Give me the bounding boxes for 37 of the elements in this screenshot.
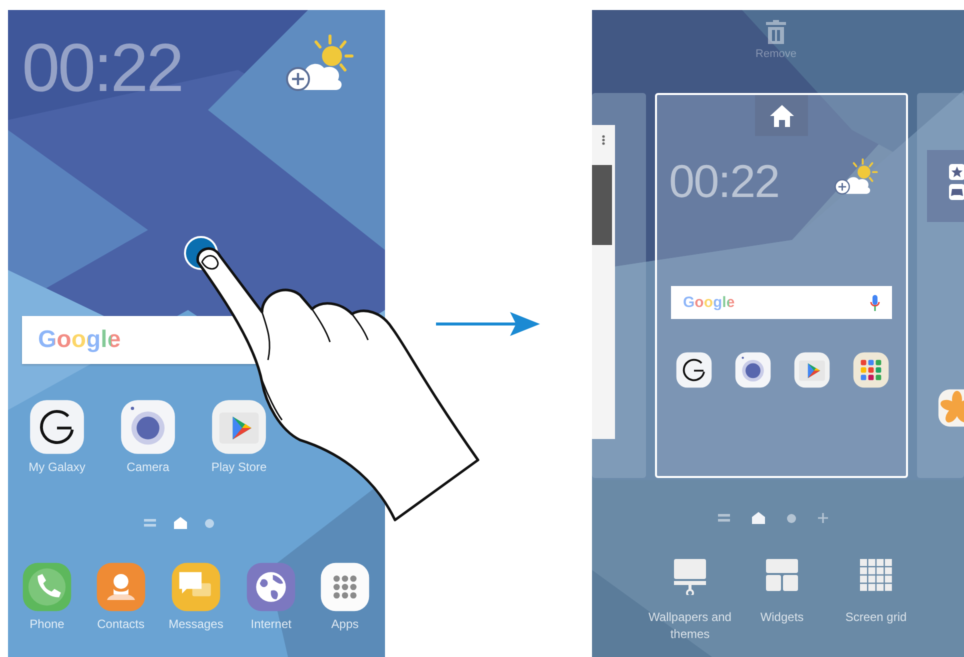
- option-button[interactable]: Wallpapers and themes: [644, 557, 736, 643]
- page-dot[interactable]: [204, 518, 214, 528]
- app-shortcut[interactable]: Messages: [168, 561, 224, 631]
- menu-icon[interactable]: [718, 514, 730, 522]
- home-page-card[interactable]: 00:22 Google: [655, 93, 908, 478]
- app-shortcut[interactable]: Phone: [21, 561, 73, 631]
- option-button[interactable]: Widgets: [736, 557, 828, 643]
- more-icon: [602, 135, 605, 145]
- home-icon[interactable]: [752, 512, 765, 524]
- app-shortcut[interactable]: My Galaxy: [28, 398, 86, 474]
- trash-icon[interactable]: [766, 20, 786, 44]
- ring-icon: [28, 398, 86, 456]
- home-icon[interactable]: [174, 517, 186, 529]
- clock-text: 00:22: [22, 34, 182, 108]
- previous-page-card[interactable]: [592, 93, 646, 478]
- page-dot[interactable]: [787, 514, 796, 522]
- globe-icon: [245, 561, 298, 613]
- home-icon[interactable]: [770, 104, 794, 126]
- app-shortcut[interactable]: Contacts: [94, 561, 147, 631]
- app-shortcut[interactable]: Internet: [245, 561, 298, 631]
- google-logo: Google: [683, 294, 735, 311]
- add-page-icon[interactable]: [818, 513, 828, 523]
- camera-icon: [119, 398, 177, 456]
- option-button[interactable]: Screen grid: [830, 557, 922, 643]
- paint-roller-icon: [672, 557, 708, 595]
- weather-icon[interactable]: [832, 158, 880, 196]
- menu-icon[interactable]: [144, 519, 156, 527]
- app-shortcut[interactable]: Camera: [119, 398, 177, 474]
- remove-label: Remove: [756, 48, 796, 60]
- clock-text: 00:22: [669, 158, 780, 204]
- search-bar[interactable]: Google: [671, 286, 892, 319]
- app-shortcut[interactable]: Play Store: [210, 398, 268, 474]
- app-shortcut[interactable]: Apps: [318, 561, 371, 631]
- play-store-icon: [210, 398, 268, 456]
- microphone-icon[interactable]: [870, 294, 880, 310]
- star-icon: [949, 164, 964, 180]
- next-page-card[interactable]: [917, 93, 964, 478]
